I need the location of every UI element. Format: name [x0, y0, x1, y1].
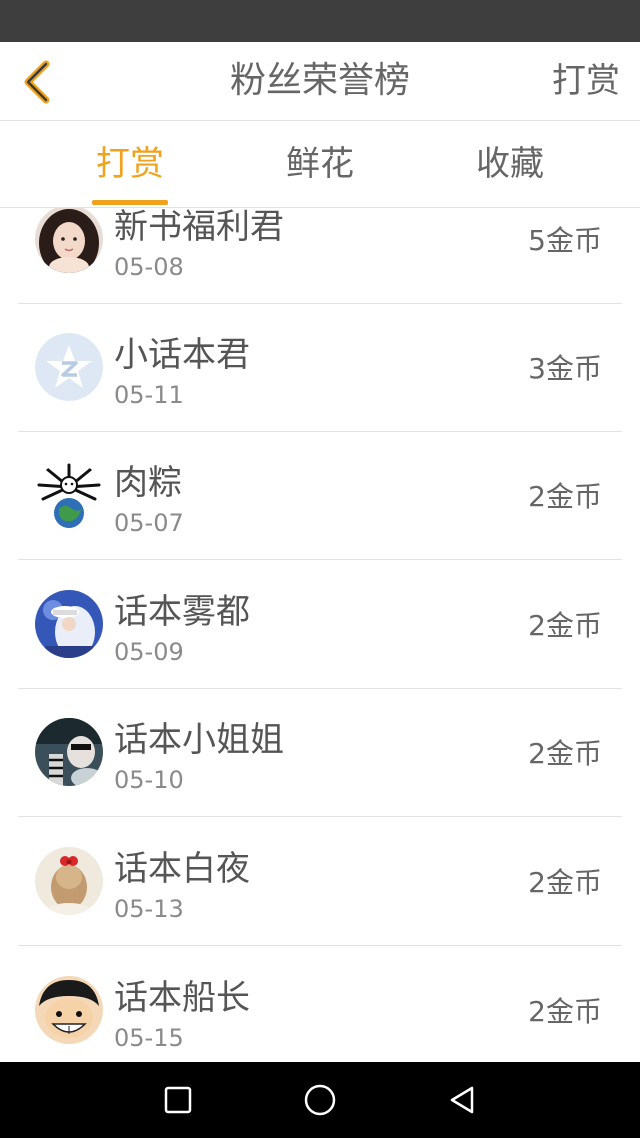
reward-amount: 5金币	[528, 224, 602, 257]
avatar	[35, 461, 103, 529]
reward-date: 05-11	[114, 381, 184, 409]
user-name: 小话本君	[114, 335, 250, 375]
avatar	[35, 590, 103, 658]
list-item[interactable]: 话本小姐姐 05-10 2金币	[18, 688, 622, 817]
reward-date: 05-08	[114, 253, 184, 281]
circle-icon	[304, 1084, 336, 1116]
user-name: 话本小姐姐	[114, 720, 284, 760]
fan-list[interactable]: 新书福利君 05-08 5金币 小话本君 05-11 3金币 肉粽 05-07 …	[0, 208, 640, 1062]
list-item[interactable]: 小话本君 05-11 3金币	[18, 303, 622, 432]
title-bar: 粉丝荣誉榜 打赏	[0, 42, 640, 121]
reward-date: 05-09	[114, 638, 184, 666]
page-title: 粉丝荣誉榜	[229, 60, 410, 101]
reward-amount: 3金币	[528, 352, 602, 385]
tab-flowers-label: 鲜花	[286, 144, 354, 184]
list-item[interactable]: 话本船长 05-15 2金币	[18, 946, 622, 1062]
user-name: 新书福利君	[114, 208, 284, 247]
chevron-left-icon	[24, 60, 50, 104]
user-name: 话本船长	[114, 978, 250, 1018]
tab-bar: 打赏 鲜花 收藏	[0, 121, 640, 208]
reward-amount: 2金币	[528, 737, 602, 770]
list-item[interactable]: 新书福利君 05-08 5金币	[18, 208, 622, 304]
square-icon	[164, 1086, 192, 1114]
triangle-back-icon	[450, 1086, 474, 1114]
reward-amount: 2金币	[528, 995, 602, 1028]
list-item[interactable]: 话本雾都 05-09 2金币	[18, 560, 622, 689]
tab-reward[interactable]: 打赏	[50, 121, 210, 207]
reward-date: 05-10	[114, 766, 184, 794]
list-item[interactable]: 话本白夜 05-13 2金币	[18, 817, 622, 946]
avatar	[35, 847, 103, 915]
reward-date: 05-13	[114, 895, 184, 923]
reward-button[interactable]: 打赏	[552, 42, 620, 120]
reward-amount: 2金币	[528, 480, 602, 513]
reward-date: 05-15	[114, 1024, 184, 1052]
reward-amount: 2金币	[528, 866, 602, 899]
recent-apps-button[interactable]	[158, 1080, 198, 1120]
reward-date: 05-07	[114, 509, 184, 537]
status-bar	[0, 0, 640, 42]
tab-reward-label: 打赏	[96, 144, 164, 184]
avatar	[35, 718, 103, 786]
tab-favorites-label: 收藏	[476, 144, 544, 184]
tab-favorites[interactable]: 收藏	[430, 121, 590, 207]
android-nav-bar	[0, 1062, 640, 1138]
user-name: 话本白夜	[114, 849, 250, 889]
avatar	[35, 333, 103, 401]
reward-amount: 2金币	[528, 609, 602, 642]
active-tab-indicator	[92, 200, 168, 205]
avatar	[35, 208, 103, 273]
tab-flowers[interactable]: 鲜花	[240, 121, 400, 207]
home-button[interactable]	[300, 1080, 340, 1120]
back-button[interactable]	[10, 54, 66, 110]
system-back-button[interactable]	[442, 1080, 482, 1120]
avatar	[35, 976, 103, 1044]
user-name: 肉粽	[114, 463, 182, 503]
list-item[interactable]: 肉粽 05-07 2金币	[18, 431, 622, 560]
user-name: 话本雾都	[114, 592, 250, 632]
